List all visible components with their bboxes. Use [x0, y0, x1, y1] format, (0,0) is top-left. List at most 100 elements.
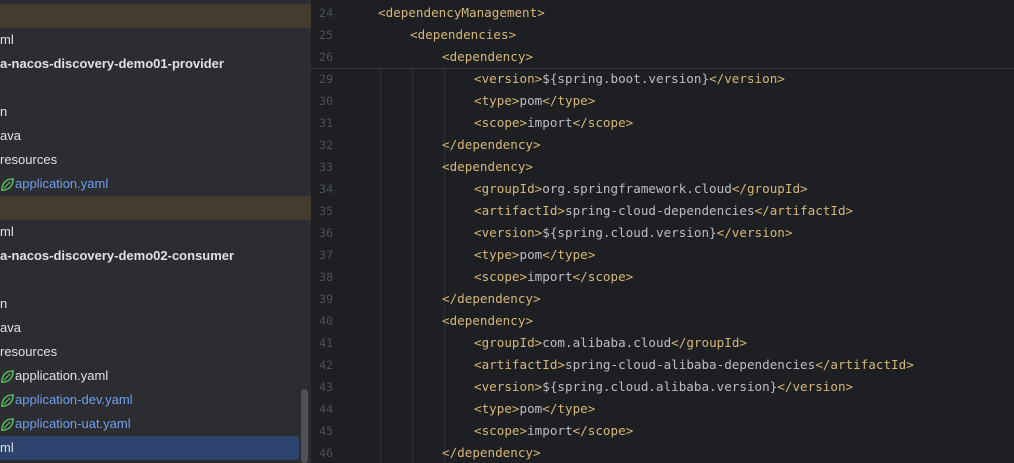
tree-item-label: ml [0, 32, 14, 47]
spring-leaf-icon [0, 393, 15, 408]
code-text: <scope>import</scope> [474, 423, 634, 438]
line-number: 37 [319, 248, 333, 262]
spring-leaf-icon [0, 177, 15, 192]
code-line[interactable]: 31 <scope>import</scope> [311, 112, 1014, 134]
tree-module-row[interactable] [0, 4, 311, 28]
code-line[interactable]: 46 </dependency> [311, 442, 1014, 463]
tree-module-item[interactable]: a-nacos-discovery-demo01-provider [0, 52, 311, 76]
tree-item-label: application.yaml [15, 176, 109, 191]
code-line[interactable]: 41 <groupId>com.alibaba.cloud</groupId> [311, 332, 1014, 354]
tree-item-label: a-nacos-discovery-demo01-provider [0, 56, 224, 71]
code-text: <groupId>com.alibaba.cloud</groupId> [474, 335, 747, 350]
line-number: 42 [319, 358, 333, 372]
tree-folder[interactable]: n [0, 292, 311, 316]
line-number: 24 [319, 6, 333, 20]
code-text: <dependencyManagement> [378, 5, 545, 20]
tree-item-label: ava [0, 128, 21, 143]
tree-row[interactable] [0, 268, 311, 292]
code-text: <type>pom</type> [474, 247, 596, 262]
code-text: <artifactId>spring-cloud-alibaba-depende… [474, 357, 914, 372]
tree-folder[interactable]: ava [0, 316, 311, 340]
line-number: 44 [319, 402, 333, 416]
code-line[interactable]: 32 </dependency> [311, 134, 1014, 156]
tree-pom-file[interactable]: ml [0, 220, 311, 244]
tree-item-label: resources [0, 344, 58, 359]
line-number: 43 [319, 380, 333, 394]
code-line[interactable]: 43 <version>${spring.cloud.alibaba.versio… [311, 376, 1014, 398]
line-number: 31 [319, 116, 333, 130]
tree-item-label: resources [0, 152, 58, 167]
code-text: <type>pom</type> [474, 93, 596, 108]
code-line[interactable]: 33 <dependency> [311, 156, 1014, 178]
code-line[interactable]: 37 <type>pom</type> [311, 244, 1014, 266]
code-line[interactable]: 26 <dependency> [311, 46, 1014, 68]
code-text: <version>${spring.cloud.version}</versio… [474, 225, 793, 240]
line-number: 46 [319, 446, 333, 460]
line-number: 25 [319, 28, 333, 42]
line-number: 36 [319, 226, 333, 240]
tree-folder[interactable]: n [0, 100, 311, 124]
tree-yaml-file[interactable]: application-dev.yaml [0, 388, 311, 412]
line-number: 40 [319, 314, 333, 328]
tree-row[interactable] [0, 76, 311, 100]
code-editor[interactable]: 29 <version>${spring.boot.version}</versi… [311, 0, 1014, 463]
line-number: 34 [319, 182, 333, 196]
code-line[interactable]: 36 <version>${spring.cloud.version}</vers… [311, 222, 1014, 244]
tree-item-label: application-dev.yaml [15, 392, 133, 407]
tree-yaml-file[interactable]: application.yaml [0, 172, 311, 196]
code-line[interactable]: 34 <groupId>org.springframework.cloud</gr… [311, 178, 1014, 200]
tree-item-label: application-uat.yaml [15, 416, 131, 431]
code-text: <scope>import</scope> [474, 269, 634, 284]
code-line[interactable]: 38 <scope>import</scope> [311, 266, 1014, 288]
tree-pom-file-selected[interactable]: ml [0, 436, 299, 460]
project-tree-scrollbar[interactable] [301, 389, 308, 463]
line-number: 26 [319, 50, 333, 64]
spring-leaf-icon [0, 417, 15, 432]
code-text: <groupId>org.springframework.cloud</grou… [474, 181, 808, 196]
project-tree-panel: ml a-nacos-discovery-demo01-provider n ava r… [0, 0, 311, 463]
code-line[interactable]: 29 <version>${spring.boot.version}</versi… [311, 68, 1014, 90]
tree-yaml-file[interactable]: application.yaml [0, 364, 311, 388]
code-line[interactable]: 44 <type>pom</type> [311, 398, 1014, 420]
code-text: </dependency> [442, 291, 541, 306]
line-number: 45 [319, 424, 333, 438]
code-text: <dependency> [442, 313, 533, 328]
code-line[interactable]: 45 <scope>import</scope> [311, 420, 1014, 442]
code-text: </dependency> [442, 137, 541, 152]
line-number: 35 [319, 204, 333, 218]
tree-folder[interactable]: resources [0, 148, 311, 172]
spring-leaf-icon [0, 369, 15, 384]
tree-folder[interactable]: ava [0, 124, 311, 148]
tree-item-label: n [0, 296, 8, 311]
code-text: </dependency> [442, 445, 541, 460]
line-number: 33 [319, 160, 333, 174]
code-text: <dependency> [442, 49, 533, 64]
tree-item-label: n [0, 104, 8, 119]
code-line[interactable]: 40 <dependency> [311, 310, 1014, 332]
code-line[interactable]: 42 <artifactId>spring-cloud-alibaba-depen… [311, 354, 1014, 376]
code-line[interactable]: 25 <dependencies> [311, 24, 1014, 46]
tree-module-row[interactable] [0, 196, 311, 220]
sticky-lines-header[interactable]: 24 <dependencyManagement> 25 <dependencies>… [311, 0, 1014, 69]
line-number: 29 [319, 72, 333, 86]
line-number: 32 [319, 138, 333, 152]
tree-pom-file[interactable]: ml [0, 28, 311, 52]
code-line[interactable]: 30 <type>pom</type> [311, 90, 1014, 112]
line-number: 41 [319, 336, 333, 350]
line-number: 39 [319, 292, 333, 306]
code-line[interactable]: 39 </dependency> [311, 288, 1014, 310]
code-line[interactable]: 24 <dependencyManagement> [311, 2, 1014, 24]
tree-item-label: ava [0, 320, 21, 335]
tree-item-label: ml [0, 224, 14, 239]
tree-folder[interactable]: resources [0, 340, 311, 364]
code-text: <scope>import</scope> [474, 115, 634, 130]
code-text: <type>pom</type> [474, 401, 596, 416]
line-number: 38 [319, 270, 333, 284]
tree-item-label: ml [0, 440, 14, 455]
tree-module-item[interactable]: a-nacos-discovery-demo02-consumer [0, 244, 311, 268]
tree-item-label: a-nacos-discovery-demo02-consumer [0, 248, 235, 263]
code-text: <version>${spring.cloud.alibaba.version}… [474, 379, 854, 394]
code-line[interactable]: 35 <artifactId>spring-cloud-dependencies<… [311, 200, 1014, 222]
tree-yaml-file[interactable]: application-uat.yaml [0, 412, 311, 436]
line-number: 30 [319, 94, 333, 108]
